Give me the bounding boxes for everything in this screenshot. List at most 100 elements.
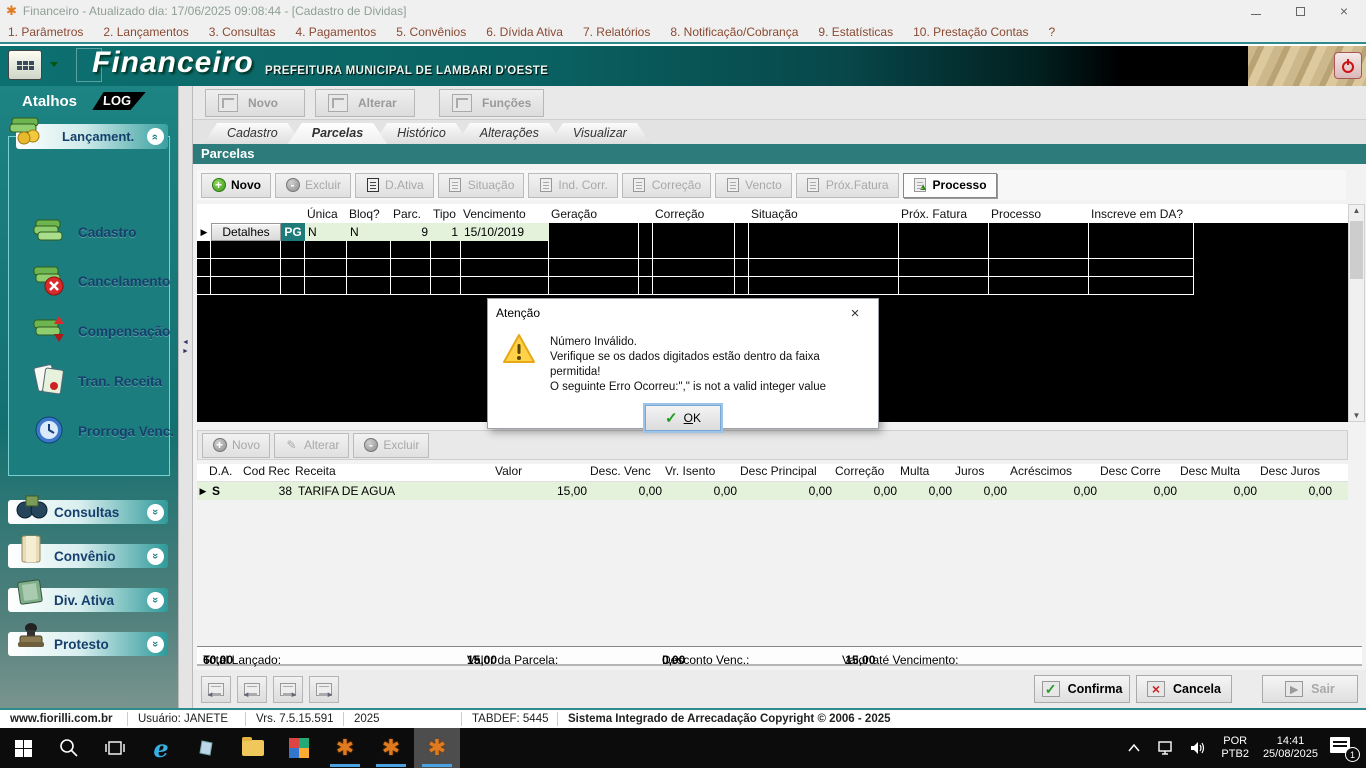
menu-prestacao[interactable]: 10. Prestação Contas [913,25,1028,39]
convenio-chevron-icon[interactable]: » [147,548,164,565]
receita-novo-button[interactable]: +Novo [202,433,270,458]
receita-row[interactable]: ▶ S 38 TARIFA DE AGUA 15,00 0,00 0,00 0,… [197,482,1348,500]
ok-button[interactable]: ✓ OK [645,405,721,431]
menu-parametros[interactable]: 1. Parâmetros [8,25,83,39]
menu-relatorios[interactable]: 7. Relatórios [583,25,650,39]
ie-button[interactable]: e [138,728,184,768]
power-button[interactable] [1334,52,1362,79]
ind-corr-icon [540,178,552,192]
alterar-main-button[interactable]: Alterar [315,89,415,117]
sidebar-section-consultas[interactable]: Consultas » [8,500,168,524]
parcela-ind-corr-button[interactable]: Ind. Corr. [528,173,617,198]
menu-notificacao[interactable]: 8. Notificação/Cobrança [670,25,798,39]
sair-button[interactable]: ►Sair [1262,675,1358,703]
funcoes-button[interactable]: Funções [439,89,544,117]
language-indicator[interactable]: POR PTB2 [1215,735,1255,761]
menu-pagamentos[interactable]: 4. Pagamentos [295,25,376,39]
tray-chevron-button[interactable] [1119,744,1149,752]
record-last-button[interactable]: ► [309,676,339,703]
parcela-situacao-button[interactable]: Situação [438,173,525,198]
menu-lancamentos[interactable]: 2. Lançamentos [103,25,188,39]
menu-convenios[interactable]: 5. Convênios [396,25,466,39]
col-acrescimos: Acréscimos [1010,464,1100,481]
lancamento-group-header[interactable]: Lançament. » [16,124,168,149]
minimize-button[interactable] [1234,0,1278,22]
consultas-chevron-icon[interactable]: » [147,504,164,521]
dialog-titlebar[interactable]: Atenção × [488,299,878,327]
grid-scrollbar[interactable]: ▲ ▼ [1348,204,1365,422]
sidebar-item-compensacao[interactable]: Compensação [30,312,170,351]
scroll-down-icon[interactable]: ▼ [1353,411,1361,420]
network-button[interactable] [1151,740,1181,756]
dialog-title: Atenção [496,306,540,320]
tab-cadastro[interactable]: Cadastro [203,123,302,144]
tab-alteracoes[interactable]: Alterações [456,123,563,144]
fiorilli-app3-button[interactable]: ✱ [414,728,460,768]
app-shortcut-button[interactable] [184,728,230,768]
volume-button[interactable] [1183,740,1213,756]
log-button[interactable]: LOG [92,92,145,110]
file-explorer-button[interactable] [230,728,276,768]
fiorilli-app1-button[interactable]: ✱ [322,728,368,768]
record-prev-button[interactable]: ◄ [237,676,267,703]
splitter-right-icon[interactable]: ► [179,347,192,356]
situacao-icon [449,178,461,192]
dialog-close-button[interactable]: × [840,305,870,322]
tab-parcelas[interactable]: Parcelas [288,123,387,144]
parcela-dativa-button[interactable]: D.Ativa [355,173,434,198]
parcela-processo-button[interactable]: ▲Processo [903,173,997,198]
sidebar-section-protesto[interactable]: Protesto » [8,632,168,656]
parcela-vencto-button[interactable]: Vencto [715,173,792,198]
col-cod-rec: Cod Rec [243,464,295,481]
sidebar-item-tran-receita[interactable]: Tran. Receita [30,362,162,401]
exit-icon: ► [1285,681,1303,697]
tab-historico[interactable]: Histórico [373,123,470,144]
menu-consultas[interactable]: 3. Consultas [209,25,276,39]
detalhes-button[interactable]: Detalhes [211,223,281,241]
confirma-button[interactable]: ✓Confirma [1034,675,1130,703]
notification-button[interactable]: 1 [1326,734,1360,762]
calculator-icon[interactable] [8,50,42,80]
maximize-button[interactable] [1278,0,1322,22]
scroll-thumb[interactable] [1350,221,1363,279]
tab-visualizar[interactable]: Visualizar [549,123,651,144]
parcela-novo-button[interactable]: +Novo [201,173,271,198]
task-view-button[interactable] [92,728,138,768]
cell-tipo: 1 [431,223,461,241]
splitter-left-icon[interactable]: ◄ [179,338,192,347]
sidebar-item-prorroga-venc[interactable]: Prorroga Venc. [30,412,174,451]
sidebar-item-cancelamento[interactable]: Cancelamento [30,262,170,301]
valor-parcela-value: 15,00 [467,653,497,667]
parcela-prox-fatura-button[interactable]: Próx.Fatura [796,173,899,198]
protesto-chevron-icon[interactable]: » [147,636,164,653]
parcela-excluir-button[interactable]: -Excluir [275,173,351,198]
sidebar-item-cadastro[interactable]: Cadastro [30,214,137,251]
start-button[interactable] [0,728,46,768]
parcela-correcao-button[interactable]: Correção [622,173,711,198]
record-next-button[interactable]: ► [273,676,303,703]
calculator-dropdown-icon[interactable] [50,62,58,67]
sidebar-section-div-ativa[interactable]: Div. Ativa » [8,588,168,612]
receita-excluir-button[interactable]: -Excluir [353,433,429,458]
menu-help[interactable]: ? [1049,25,1056,39]
parcela-row[interactable]: ▶ Detalhes PG N N 9 1 15/10/2019 [197,223,1348,241]
collapse-chevron-icon[interactable]: » [147,128,164,145]
sidebar-section-convenio[interactable]: Convênio » [8,544,168,568]
media-app-button[interactable] [276,728,322,768]
sidebar-splitter[interactable]: ◄ ► [178,86,193,708]
cancela-button[interactable]: ×Cancela [1136,675,1232,703]
receitas-table[interactable]: D.A. Cod Rec Receita Valor Desc. Venc Vr… [197,464,1348,500]
fiorilli-app2-button[interactable]: ✱ [368,728,414,768]
novo-main-button[interactable]: Novo [205,89,305,117]
menu-divida-ativa[interactable]: 6. Dívida Ativa [486,25,563,39]
div-ativa-chevron-icon[interactable]: » [147,592,164,609]
record-first-button[interactable]: ◄ [201,676,231,703]
scroll-up-icon[interactable]: ▲ [1353,206,1361,215]
receita-alterar-button[interactable]: ✎Alterar [274,433,349,458]
menu-estatisticas[interactable]: 9. Estatísticas [818,25,893,39]
clock[interactable]: 14:41 25/08/2025 [1257,735,1324,761]
close-button[interactable]: × [1322,0,1366,22]
status-site[interactable]: www.fiorilli.com.br [0,712,128,726]
cell-vr-isento: 0,00 [665,482,740,500]
search-button[interactable] [46,728,92,768]
